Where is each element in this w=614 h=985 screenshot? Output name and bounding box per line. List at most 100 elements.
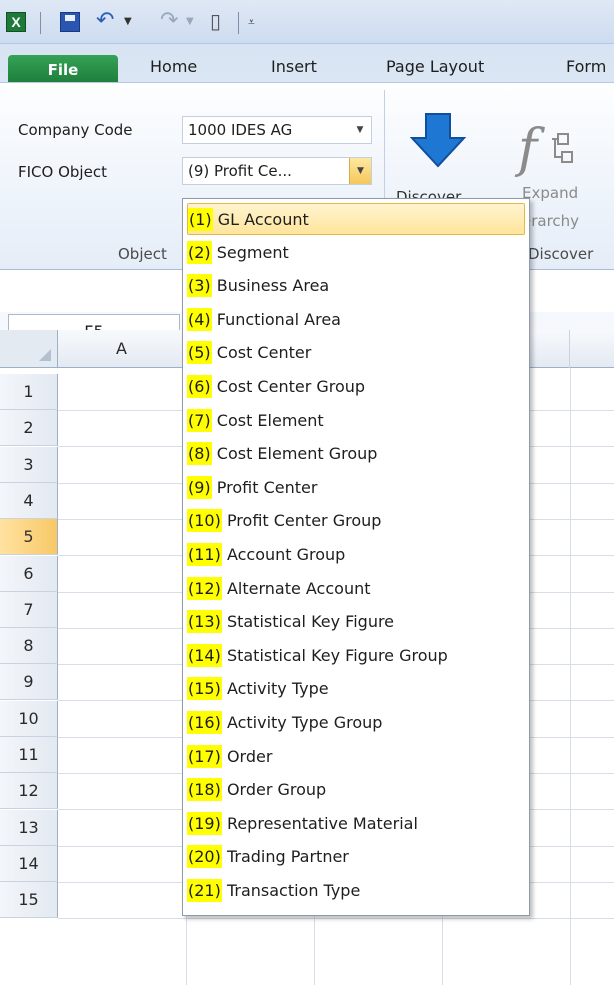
company-code-value: 1000 IDES AG — [188, 121, 293, 139]
row-header-7[interactable]: 7 — [0, 591, 58, 628]
dropdown-option[interactable]: (5) Cost Center — [187, 337, 525, 369]
option-label: Transaction Type — [226, 881, 361, 900]
tab-page-layout[interactable]: Page Layout — [386, 54, 484, 80]
quick-access-toolbar: X ↶ ▼ ↷ ▼ ▯ ⩡ — [0, 0, 614, 44]
dropdown-option[interactable]: (17) Order — [187, 741, 525, 773]
dropdown-option[interactable]: (12) Alternate Account — [187, 573, 525, 605]
undo-dropdown-icon[interactable]: ▼ — [124, 11, 132, 33]
tab-formulas[interactable]: Form — [566, 54, 606, 80]
option-number: (4) — [187, 307, 212, 331]
chevron-down-icon[interactable]: ▼ — [349, 117, 371, 143]
discover-button[interactable] — [408, 110, 468, 170]
dropdown-option[interactable]: (15) Activity Type — [187, 673, 525, 705]
column-header-a[interactable]: A — [58, 330, 186, 368]
dropdown-option[interactable]: (11) Account Group — [187, 539, 525, 571]
chevron-down-icon[interactable]: ▼ — [349, 158, 371, 184]
dropdown-option[interactable]: (16) Activity Type Group — [187, 707, 525, 739]
option-number: (14) — [187, 643, 222, 667]
fico-object-label: FICO Object — [18, 163, 107, 181]
option-number: (21) — [187, 879, 222, 902]
option-label: Functional Area — [216, 309, 341, 329]
group-label-discover: Discover — [528, 245, 594, 263]
excel-app-icon[interactable]: X — [6, 12, 26, 32]
option-number: (13) — [187, 610, 222, 634]
row-header-8[interactable]: 8 — [0, 628, 58, 665]
option-label: Trading Partner — [226, 847, 349, 867]
tab-file[interactable]: File — [8, 55, 118, 85]
dropdown-option[interactable]: (20) Trading Partner — [187, 841, 525, 873]
option-label: Cost Center — [216, 343, 312, 363]
option-label: Profit Center — [216, 477, 318, 497]
row-header-2[interactable]: 2 — [0, 410, 58, 447]
option-label: Profit Center Group — [226, 511, 382, 531]
row-header-12[interactable]: 12 — [0, 773, 58, 810]
option-label: Cost Center Group — [216, 377, 366, 396]
grid-line — [58, 918, 614, 920]
row-header-6[interactable]: 6 — [0, 555, 58, 592]
row-header-14[interactable]: 14 — [0, 845, 58, 882]
select-all-corner[interactable] — [0, 330, 58, 368]
dropdown-option[interactable]: (9) Profit Center — [187, 472, 525, 504]
option-label: Segment — [216, 242, 289, 262]
dropdown-option[interactable]: (3) Business Area — [187, 270, 525, 302]
option-number: (11) — [187, 543, 222, 566]
new-document-icon[interactable]: ▯ — [210, 6, 221, 36]
customize-qat-icon[interactable]: ⩡ — [248, 11, 255, 33]
company-code-combobox[interactable]: 1000 IDES AG ▼ — [182, 116, 372, 144]
tab-home[interactable]: Home — [150, 54, 197, 80]
option-number: (3) — [187, 274, 212, 298]
dropdown-option[interactable]: (18) Order Group — [187, 774, 525, 806]
option-label: Business Area — [216, 276, 330, 296]
option-number: (5) — [187, 341, 212, 365]
row-header-9[interactable]: 9 — [0, 664, 58, 701]
option-number: (8) — [187, 442, 212, 466]
dropdown-option[interactable]: (14) Statistical Key Figure Group — [187, 640, 525, 672]
dropdown-option[interactable]: (7) Cost Element — [187, 405, 525, 437]
download-arrow-icon — [409, 113, 467, 168]
option-number: (1) — [188, 208, 213, 231]
option-number: (2) — [187, 240, 212, 264]
row-header-4[interactable]: 4 — [0, 482, 58, 519]
fico-object-combobox[interactable]: (9) Profit Ce... ▼ — [182, 157, 372, 185]
dropdown-option[interactable]: (1) GL Account — [187, 203, 525, 235]
option-number: (15) — [187, 677, 222, 701]
undo-icon[interactable]: ↶ — [96, 6, 114, 36]
toolbar-separator — [40, 12, 41, 34]
option-label: Account Group — [226, 545, 346, 564]
save-icon[interactable] — [60, 12, 80, 32]
row-header-13[interactable]: 13 — [0, 809, 58, 846]
expand-hierarchy-button[interactable]: f — [512, 112, 582, 182]
option-label: Statistical Key Figure Group — [226, 645, 448, 665]
option-number: (7) — [187, 408, 212, 432]
row-header-11[interactable]: 11 — [0, 737, 58, 773]
option-number: (19) — [187, 811, 222, 835]
dropdown-option[interactable]: (6) Cost Center Group — [187, 371, 525, 403]
option-label: GL Account — [217, 210, 309, 229]
row-header-10[interactable]: 10 — [0, 700, 58, 737]
tab-insert[interactable]: Insert — [271, 54, 317, 80]
redo-icon[interactable]: ↷ — [160, 6, 178, 36]
option-label: Alternate Account — [226, 578, 371, 598]
option-number: (9) — [187, 475, 212, 499]
option-label: Activity Type Group — [226, 713, 383, 732]
redo-dropdown-icon[interactable]: ▼ — [186, 11, 194, 33]
option-number: (18) — [187, 778, 222, 802]
row-header-1[interactable]: 1 — [0, 374, 58, 410]
row-header-15[interactable]: 15 — [0, 882, 58, 919]
option-label: Statistical Key Figure — [226, 612, 395, 632]
row-header-5[interactable]: 5 — [0, 519, 58, 556]
company-code-label: Company Code — [18, 121, 133, 139]
row-header-3[interactable]: 3 — [0, 446, 58, 483]
dropdown-option[interactable]: (8) Cost Element Group — [187, 438, 525, 470]
option-label: Activity Type — [226, 679, 329, 699]
dropdown-option[interactable]: (21) Transaction Type — [187, 875, 525, 907]
dropdown-option[interactable]: (19) Representative Material — [187, 808, 525, 840]
option-label: Order Group — [226, 780, 327, 800]
dropdown-option[interactable]: (4) Functional Area — [187, 304, 525, 336]
dropdown-option[interactable]: (2) Segment — [187, 237, 525, 269]
grid-line — [570, 368, 571, 985]
function-hierarchy-icon: f — [514, 119, 573, 179]
dropdown-option[interactable]: (10) Profit Center Group — [187, 505, 525, 537]
dropdown-option[interactable]: (13) Statistical Key Figure — [187, 606, 525, 638]
option-label: Cost Element — [216, 410, 324, 430]
